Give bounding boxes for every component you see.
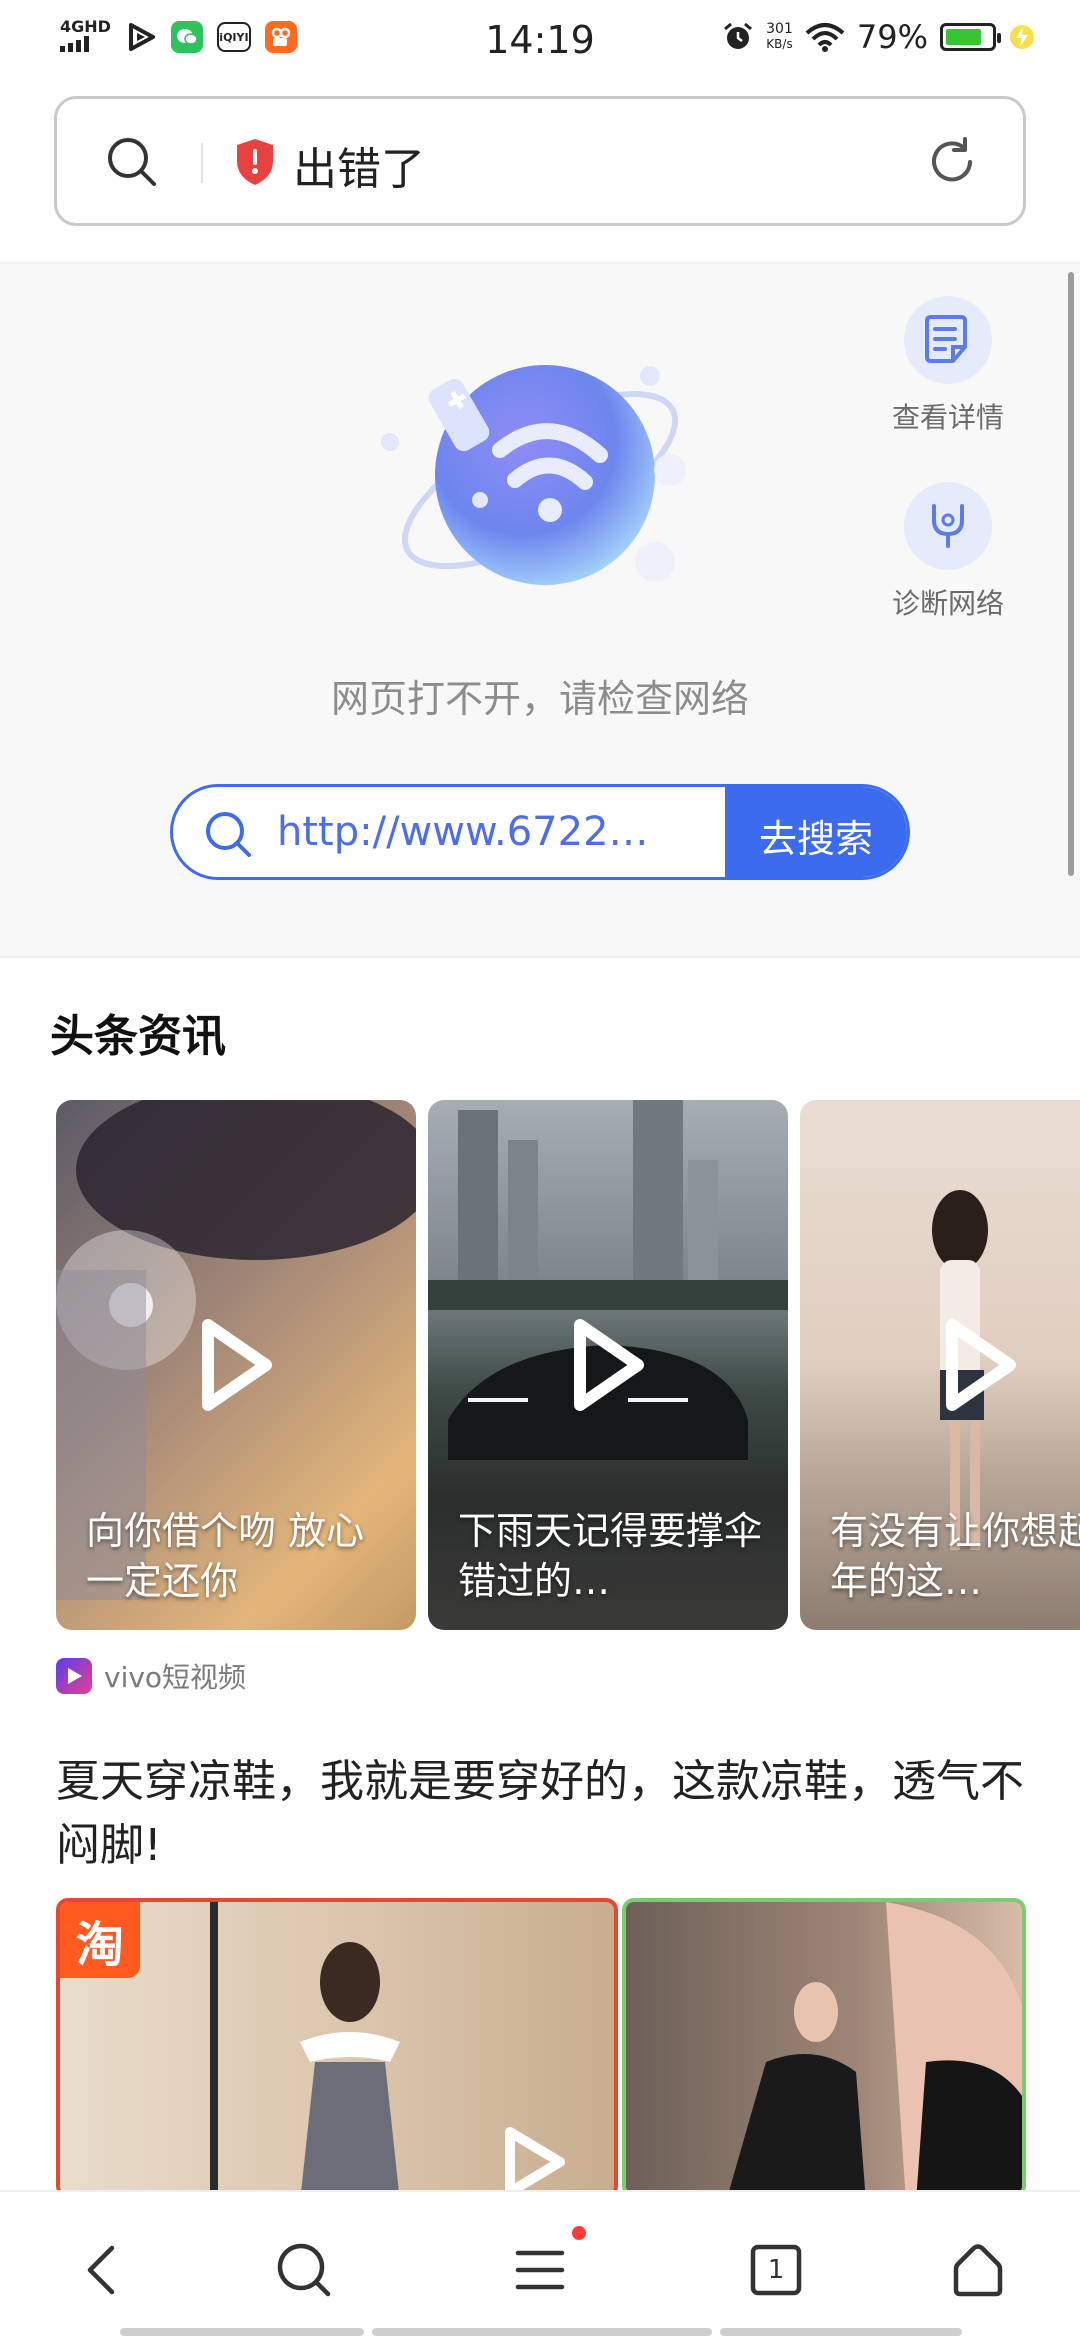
gesture-bar-segment xyxy=(120,2328,364,2336)
gesture-bar-segment xyxy=(372,2328,712,2336)
news-heading: 头条资讯 xyxy=(50,1011,226,1062)
url-search-input[interactable]: http://www.6722… xyxy=(277,809,657,855)
gesture-bar-segment xyxy=(720,2328,962,2336)
document-icon xyxy=(925,315,967,363)
play-icon[interactable] xyxy=(568,1315,648,1415)
video-card[interactable]: 有没有让你想起去年的这… xyxy=(800,1100,1080,1630)
article-thumbnails[interactable]: 淘 xyxy=(56,1898,1026,2198)
error-message: 网页打不开，请检查网络 xyxy=(330,677,749,721)
article-thumbnail[interactable] xyxy=(622,1898,1026,2198)
search-button[interactable] xyxy=(264,2230,344,2310)
video-card[interactable]: 下雨天记得要撑伞 错过的… xyxy=(428,1100,788,1630)
status-bar: 4GHD iQIYI 14:19 301 KB/s 79% xyxy=(0,0,1080,84)
video-card-row[interactable]: 向你借个吻 放心一定还你 下雨天记得要撑伞 错过的… 有没有让你想起去年的这… xyxy=(56,1100,1080,1630)
thumbnail-image xyxy=(210,1902,565,2194)
diagnose-network-button[interactable]: 诊断网络 xyxy=(868,482,1028,622)
scrollbar[interactable] xyxy=(1068,272,1074,876)
stethoscope-icon xyxy=(932,504,964,548)
address-bar[interactable]: 出错了 xyxy=(54,96,1026,226)
error-shield-icon xyxy=(237,139,273,185)
view-details-label: 查看详情 xyxy=(891,401,1004,434)
video-caption: 有没有让你想起去年的这… xyxy=(830,1509,1080,1603)
thumbnail-image xyxy=(728,1902,1022,2194)
news-source[interactable]: vivo短视频 xyxy=(56,1656,246,1696)
search-icon xyxy=(277,2243,331,2297)
search-icon[interactable] xyxy=(105,135,159,189)
tab-count: 1 xyxy=(767,2255,785,2285)
no-network-illustration xyxy=(381,365,686,585)
url-search-box[interactable]: http://www.6722… 去搜索 xyxy=(170,784,910,880)
video-card[interactable]: 向你借个吻 放心一定还你 xyxy=(56,1100,416,1630)
divider xyxy=(0,956,1080,958)
article-thumbnail[interactable]: 淘 xyxy=(56,1898,618,2198)
play-icon[interactable] xyxy=(940,1315,1020,1415)
alarm-icon xyxy=(724,22,753,49)
view-details-button[interactable]: 查看详情 xyxy=(868,296,1028,436)
battery-fill xyxy=(946,29,981,45)
diagnose-circle xyxy=(904,482,992,570)
article-title[interactable]: 夏天穿凉鞋，我就是要穿好的，这款凉鞋，透气不闷脚! xyxy=(56,1750,1036,1878)
back-button[interactable] xyxy=(62,2230,142,2310)
go-search-button[interactable]: 去搜索 xyxy=(725,787,907,877)
address-divider xyxy=(201,143,203,183)
vivo-video-logo-icon xyxy=(56,1658,92,1694)
details-circle xyxy=(904,296,992,384)
search-icon xyxy=(206,812,251,857)
source-label: vivo短视频 xyxy=(104,1661,247,1694)
net-speed-value: 301 xyxy=(766,21,793,37)
home-icon xyxy=(953,2244,1003,2297)
net-speed: 301 KB/s xyxy=(766,22,793,52)
bottom-nav: 1 xyxy=(0,2190,1080,2342)
menu-button[interactable] xyxy=(500,2226,586,2310)
play-icon[interactable] xyxy=(196,1315,276,1415)
video-caption: 向你借个吻 放心一定还你 xyxy=(86,1509,365,1603)
home-button[interactable] xyxy=(938,2230,1018,2310)
battery-percent: 79% xyxy=(856,18,928,56)
menu-icon xyxy=(515,2250,565,2290)
battery-icon xyxy=(940,23,1001,51)
video-caption: 下雨天记得要撑伞 错过的… xyxy=(458,1509,763,1603)
charging-icon xyxy=(1010,25,1034,49)
back-icon xyxy=(87,2245,115,2295)
wifi-icon xyxy=(805,23,845,52)
reload-icon[interactable] xyxy=(925,135,979,189)
taobao-badge: 淘 xyxy=(60,1902,140,1978)
diagnose-network-label: 诊断网络 xyxy=(891,587,1004,620)
net-speed-unit: KB/s xyxy=(766,37,793,51)
notification-dot xyxy=(572,2226,586,2240)
page-title: 出错了 xyxy=(293,144,425,195)
status-right: 301 KB/s 79% xyxy=(722,18,1036,56)
tabs-button[interactable]: 1 xyxy=(736,2230,816,2310)
